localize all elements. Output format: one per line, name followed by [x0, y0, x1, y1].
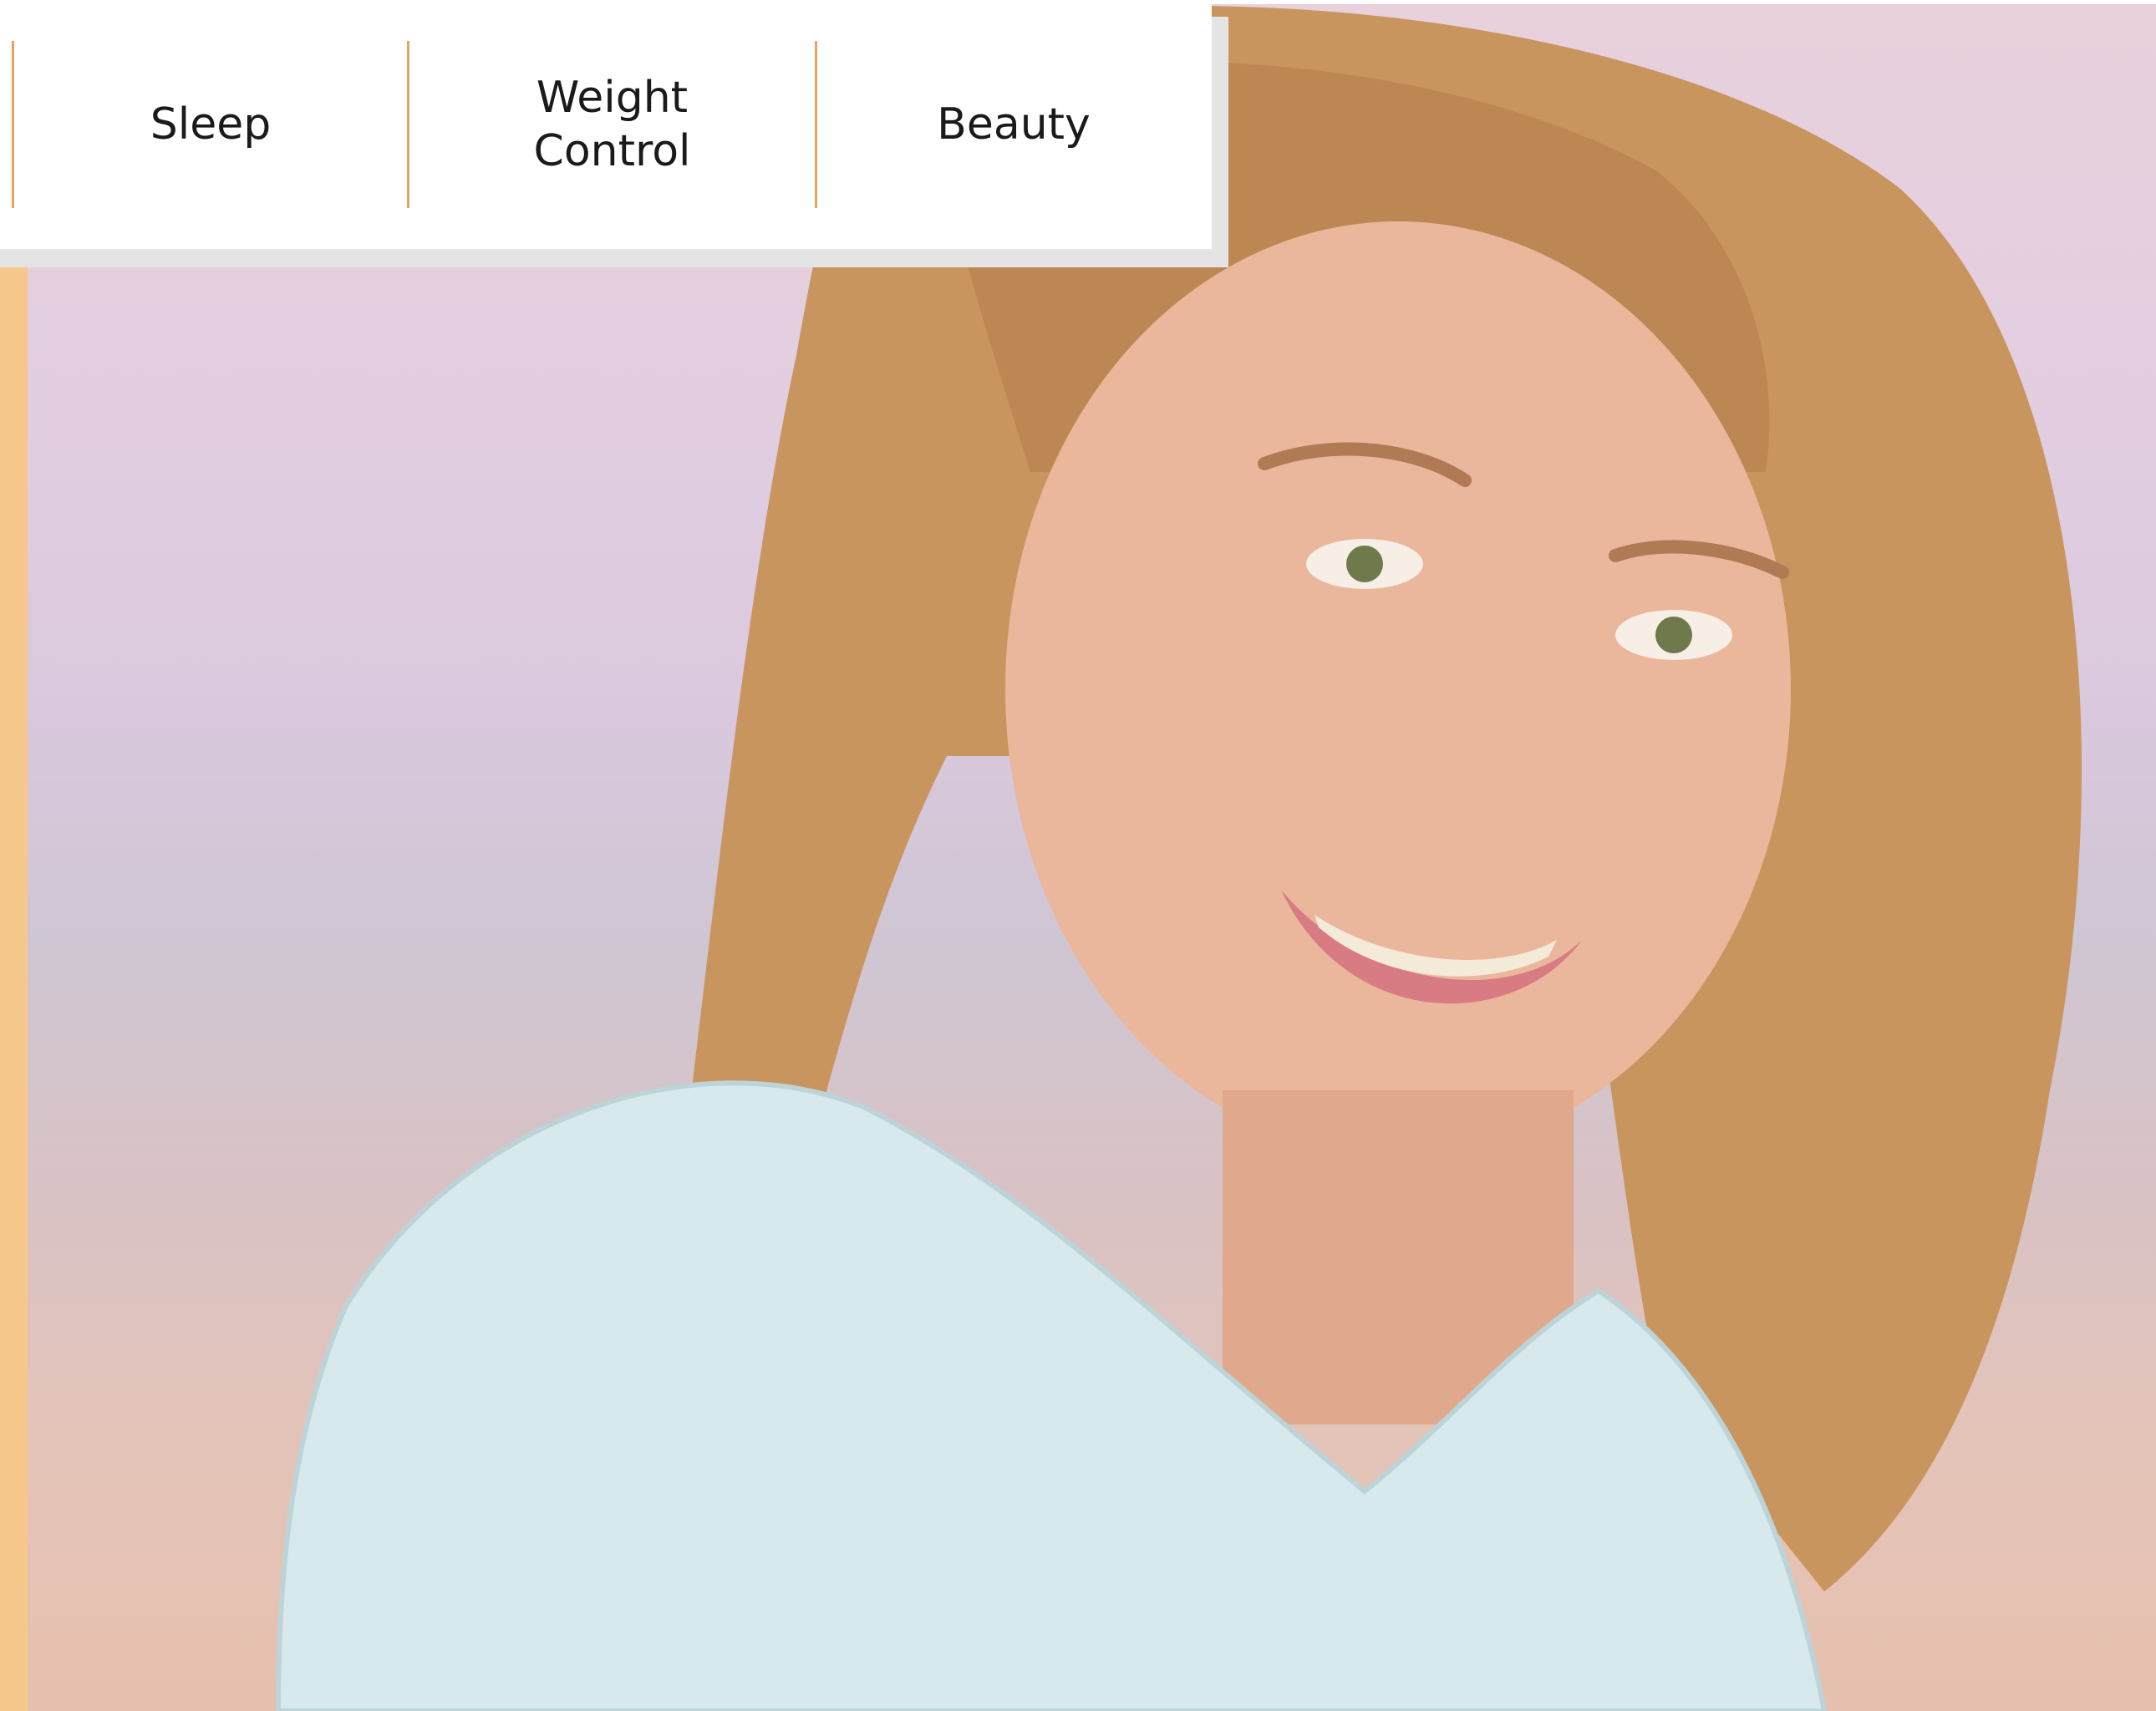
- iris-left-shape: [1346, 546, 1383, 582]
- nav-item-label: Weight Control: [533, 73, 691, 176]
- nav-item-label: Beauty: [937, 99, 1091, 150]
- iris-right-shape: [1655, 617, 1692, 653]
- nav-item-sleep[interactable]: Sleep: [12, 41, 407, 208]
- sweater-shape: [278, 1083, 1824, 1711]
- nav-item-label: Sleep: [150, 99, 272, 150]
- nav-item-weight-control[interactable]: Weight Control: [407, 41, 815, 208]
- page: Sleep Weight Control Beauty: [0, 0, 2156, 1711]
- nav-item-beauty[interactable]: Beauty: [815, 41, 1210, 208]
- face-shape: [1005, 221, 1791, 1157]
- category-nav: Sleep Weight Control Beauty: [0, 0, 1212, 249]
